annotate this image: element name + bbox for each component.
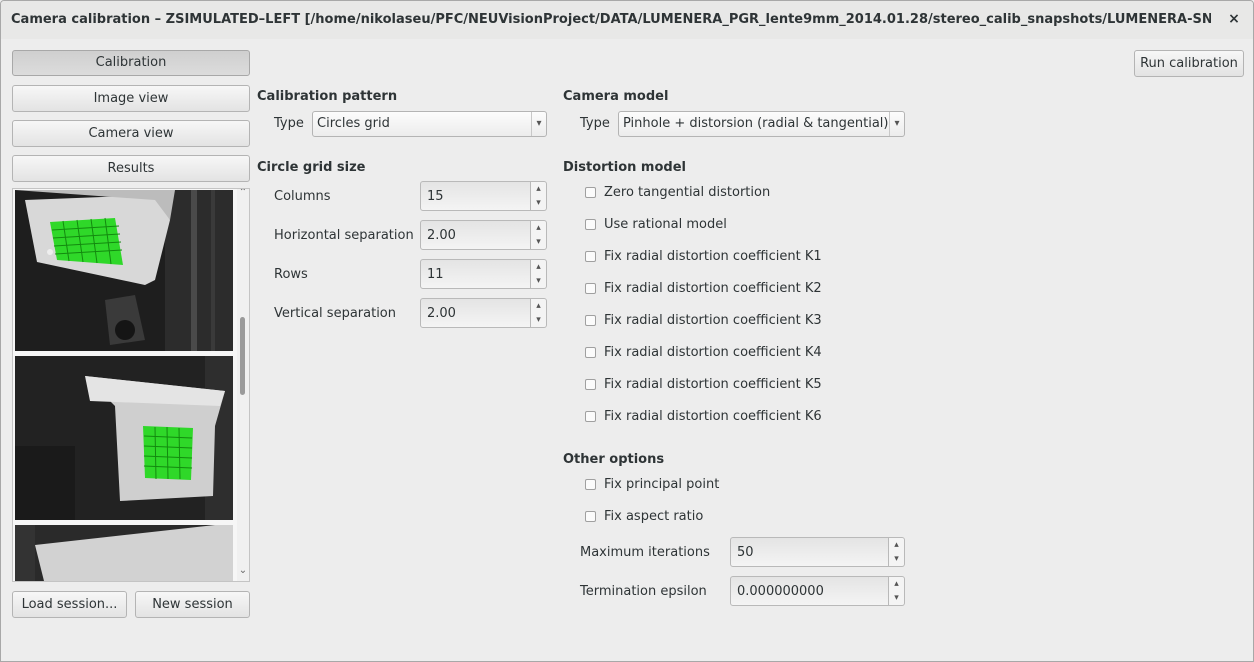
- rows-stepper[interactable]: ▴ ▾: [531, 259, 547, 289]
- snapshot-thumbnail[interactable]: [15, 190, 233, 351]
- columns-spinbox[interactable]: 15 ▴ ▾: [420, 181, 547, 211]
- termination-epsilon-stepper[interactable]: ▴ ▾: [889, 576, 905, 606]
- camera-type-value: Pinhole + distorsion (radial & tangentia…: [623, 116, 889, 131]
- fix-k2-label: Fix radial distortion coefficient K2: [604, 281, 822, 296]
- spin-down-icon[interactable]: ▾: [889, 552, 904, 566]
- new-session-button[interactable]: New session: [135, 591, 250, 618]
- snapshot-image: [15, 525, 233, 581]
- rational-model-label: Use rational model: [604, 217, 727, 232]
- zero-tangential-label: Zero tangential distortion: [604, 185, 771, 200]
- circle-grid-size-heading: Circle grid size: [257, 160, 366, 175]
- spin-down-icon[interactable]: ▾: [889, 591, 904, 605]
- rational-model-checkbox[interactable]: [585, 219, 596, 230]
- chevron-down-icon: ▾: [531, 112, 546, 136]
- close-icon[interactable]: ×: [1225, 10, 1243, 28]
- pattern-type-select[interactable]: Circles grid ▾: [312, 111, 547, 137]
- fix-k3-checkbox[interactable]: [585, 315, 596, 326]
- spin-up-icon[interactable]: ▴: [531, 221, 546, 235]
- horizontal-separation-label: Horizontal separation: [274, 228, 414, 243]
- fix-k3-label: Fix radial distortion coefficient K3: [604, 313, 822, 328]
- other-options-heading: Other options: [563, 452, 665, 467]
- camera-type-select[interactable]: Pinhole + distorsion (radial & tangentia…: [618, 111, 905, 137]
- snapshot-thumbnail[interactable]: [15, 525, 233, 581]
- horizontal-separation-spinbox[interactable]: 2.00 ▴ ▾: [420, 220, 547, 250]
- spin-up-icon[interactable]: ▴: [889, 577, 904, 591]
- nav-camera-view-button[interactable]: Camera view: [12, 120, 250, 147]
- spin-down-icon[interactable]: ▾: [531, 313, 546, 327]
- max-iterations-label: Maximum iterations: [580, 545, 710, 560]
- spin-down-icon[interactable]: ▾: [531, 235, 546, 249]
- scroll-down-icon[interactable]: ⌄: [237, 565, 249, 576]
- load-session-button[interactable]: Load session...: [12, 591, 127, 618]
- max-iterations-stepper[interactable]: ▴ ▾: [889, 537, 905, 567]
- fix-k6-label: Fix radial distortion coefficient K6: [604, 409, 822, 424]
- title-bar[interactable]: Camera calibration – ZSIMULATED–LEFT [/h…: [1, 1, 1253, 39]
- fix-k4-label: Fix radial distortion coefficient K4: [604, 345, 822, 360]
- window-title: Camera calibration – ZSIMULATED–LEFT [/h…: [11, 12, 1211, 27]
- vertical-separation-input[interactable]: 2.00: [420, 298, 531, 328]
- spin-up-icon[interactable]: ▴: [531, 182, 546, 196]
- scroll-up-icon[interactable]: ⌃: [237, 189, 249, 198]
- termination-epsilon-spinbox[interactable]: 0.000000000 ▴ ▾: [730, 576, 906, 606]
- snapshot-image: [15, 190, 233, 351]
- columns-label: Columns: [274, 189, 331, 204]
- run-calibration-button[interactable]: Run calibration: [1134, 50, 1244, 77]
- chevron-down-icon: ▾: [889, 112, 904, 136]
- snapshot-scrollbar[interactable]: ⌃ ⌄: [237, 189, 249, 581]
- calibration-pattern-heading: Calibration pattern: [257, 89, 398, 104]
- termination-epsilon-input[interactable]: 0.000000000: [730, 576, 889, 606]
- pattern-type-value: Circles grid: [317, 116, 390, 131]
- fix-aspect-ratio-checkbox[interactable]: [585, 511, 596, 522]
- fix-aspect-ratio-label: Fix aspect ratio: [604, 509, 704, 524]
- camera-type-label: Type: [580, 116, 610, 131]
- fix-k2-checkbox[interactable]: [585, 283, 596, 294]
- vertical-separation-spinbox[interactable]: 2.00 ▴ ▾: [420, 298, 547, 328]
- fix-k6-checkbox[interactable]: [585, 411, 596, 422]
- horizontal-separation-input[interactable]: 2.00: [420, 220, 531, 250]
- fix-k5-checkbox[interactable]: [585, 379, 596, 390]
- zero-tangential-checkbox[interactable]: [585, 187, 596, 198]
- nav-image-view-button[interactable]: Image view: [12, 85, 250, 112]
- snapshot-list[interactable]: ⌃ ⌄: [12, 188, 250, 582]
- columns-input[interactable]: 15: [420, 181, 531, 211]
- rows-label: Rows: [274, 267, 308, 282]
- rows-spinbox[interactable]: 11 ▴ ▾: [420, 259, 547, 289]
- scrollbar-thumb[interactable]: [240, 317, 245, 395]
- spin-down-icon[interactable]: ▾: [531, 274, 546, 288]
- fix-k1-label: Fix radial distortion coefficient K1: [604, 249, 822, 264]
- calibration-window: Camera calibration – ZSIMULATED–LEFT [/h…: [0, 0, 1254, 662]
- spin-up-icon[interactable]: ▴: [531, 260, 546, 274]
- fix-k4-checkbox[interactable]: [585, 347, 596, 358]
- vertical-separation-label: Vertical separation: [274, 306, 396, 321]
- snapshot-image: [15, 356, 233, 520]
- fix-principal-point-label: Fix principal point: [604, 477, 720, 492]
- snapshot-thumbnail[interactable]: [15, 356, 233, 520]
- rows-input[interactable]: 11: [420, 259, 531, 289]
- pattern-type-label: Type: [274, 116, 304, 131]
- termination-epsilon-label: Termination epsilon: [580, 584, 707, 599]
- distortion-model-heading: Distortion model: [563, 160, 686, 175]
- fix-k1-checkbox[interactable]: [585, 251, 596, 262]
- nav-calibration-button[interactable]: Calibration: [12, 50, 250, 76]
- nav-results-button[interactable]: Results: [12, 155, 250, 182]
- spin-up-icon[interactable]: ▴: [531, 299, 546, 313]
- max-iterations-spinbox[interactable]: 50 ▴ ▾: [730, 537, 906, 567]
- max-iterations-input[interactable]: 50: [730, 537, 889, 567]
- fix-principal-point-checkbox[interactable]: [585, 479, 596, 490]
- fix-k5-label: Fix radial distortion coefficient K5: [604, 377, 822, 392]
- spin-down-icon[interactable]: ▾: [531, 196, 546, 210]
- columns-stepper[interactable]: ▴ ▾: [531, 181, 547, 211]
- spin-up-icon[interactable]: ▴: [889, 538, 904, 552]
- vertical-separation-stepper[interactable]: ▴ ▾: [531, 298, 547, 328]
- horizontal-separation-stepper[interactable]: ▴ ▾: [531, 220, 547, 250]
- camera-model-heading: Camera model: [563, 89, 669, 104]
